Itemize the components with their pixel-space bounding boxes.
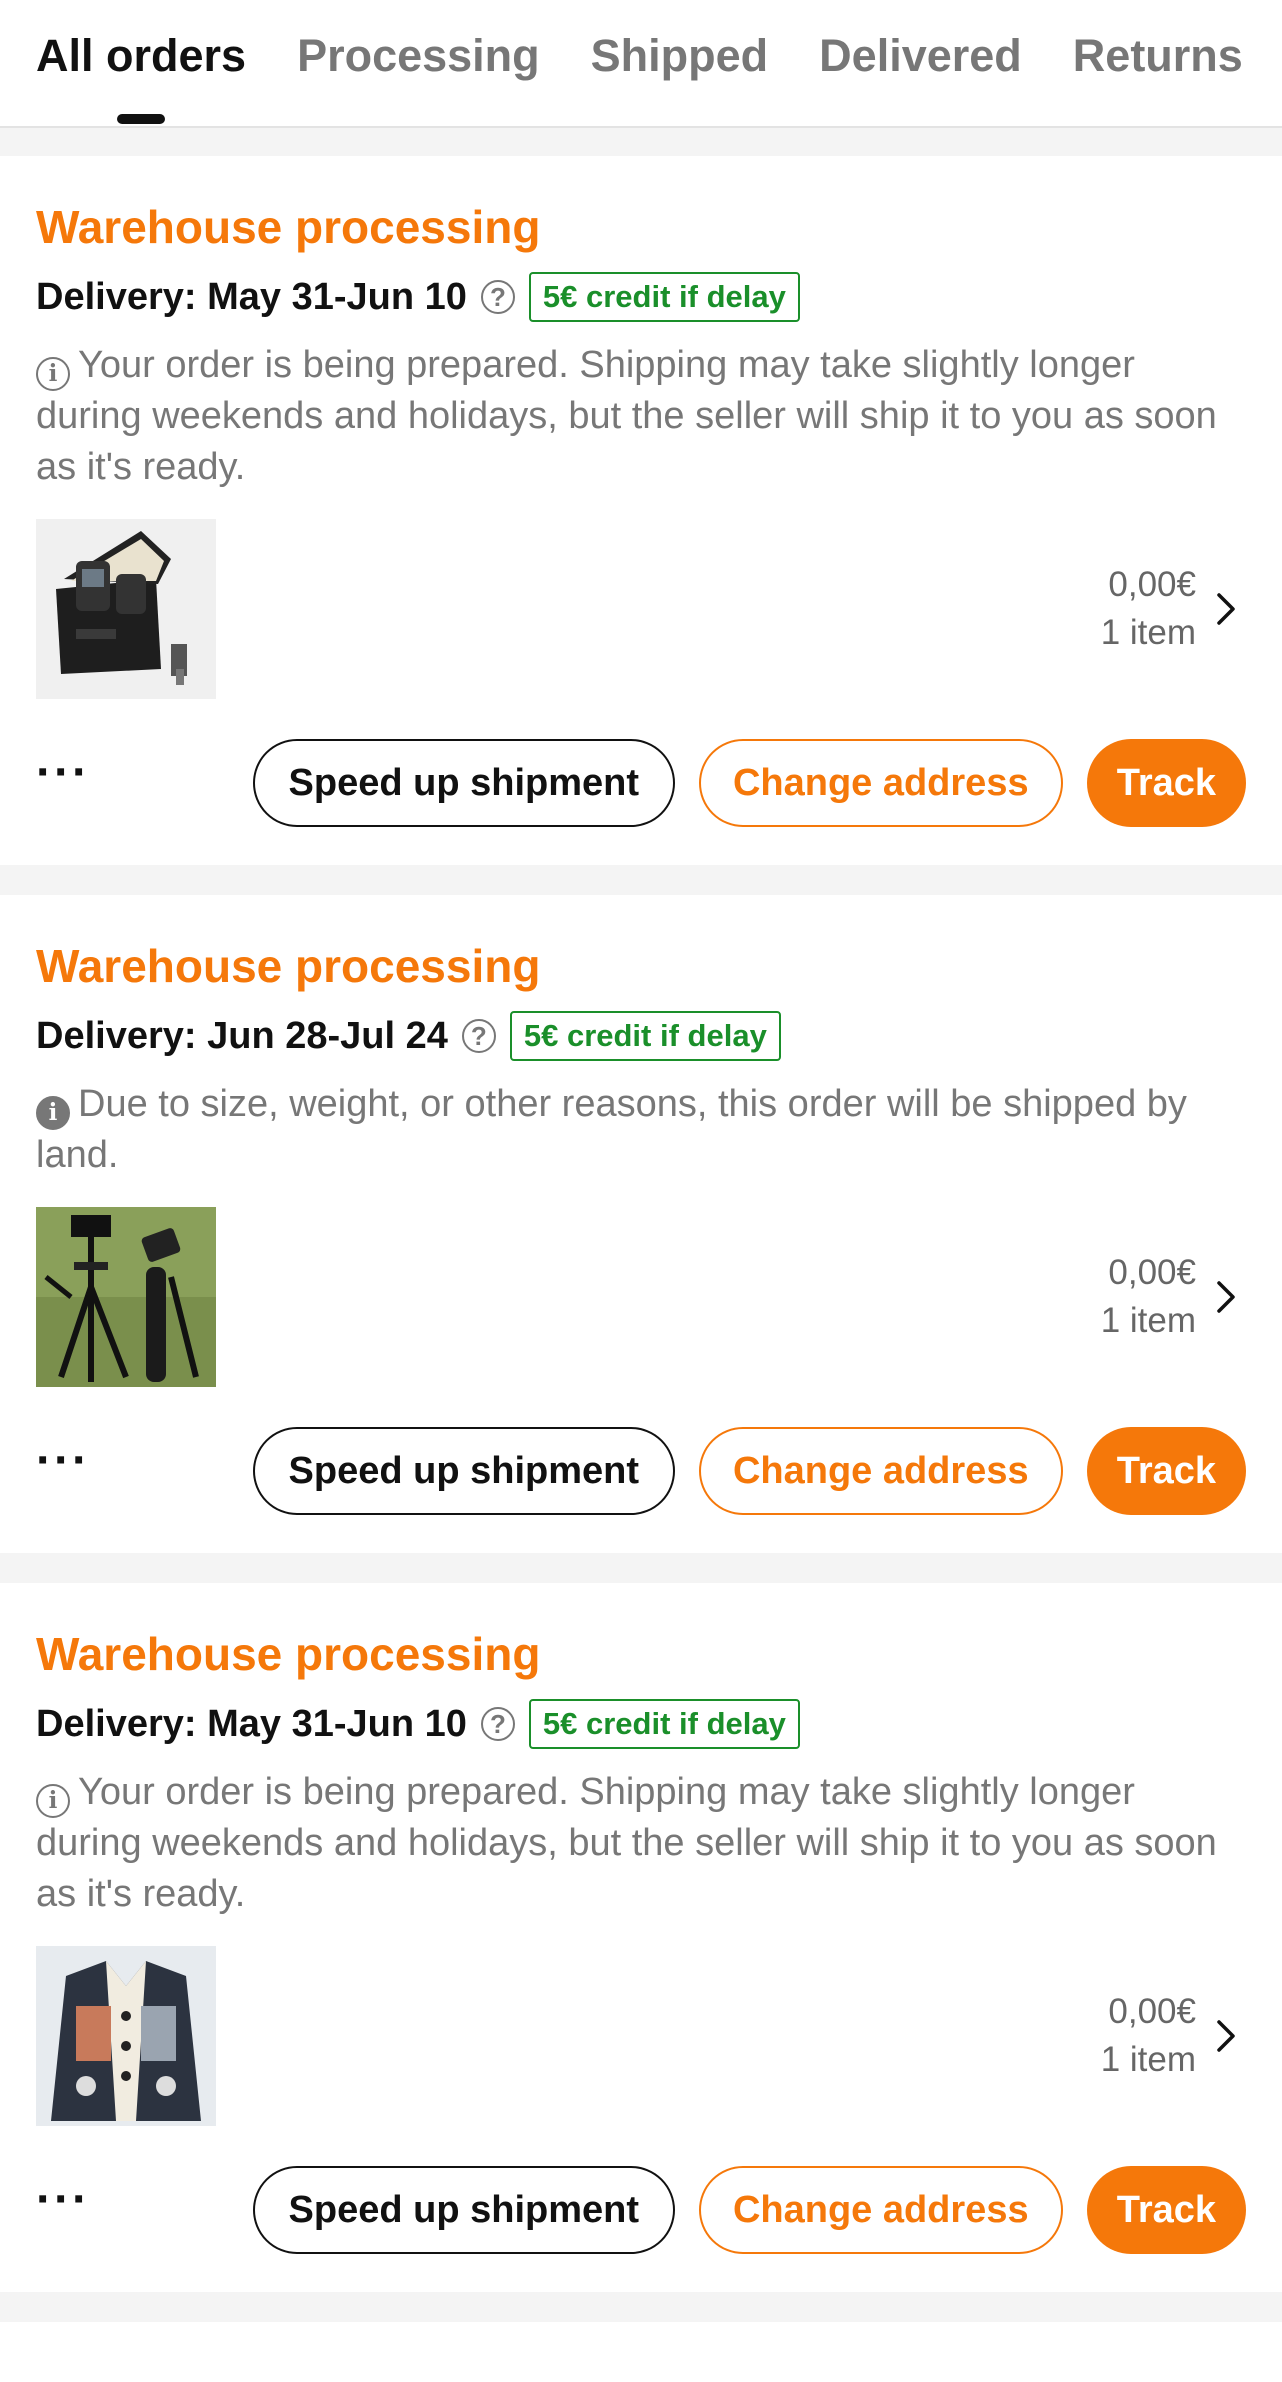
order-summary[interactable]: 0,00€ 1 item: [1101, 561, 1246, 657]
product-image-camera-tripod[interactable]: [36, 1207, 216, 1387]
order-card[interactable]: Warehouse processing Delivery: Jun 28-Ju…: [0, 895, 1282, 1553]
chevron-right-icon: [1217, 2020, 1235, 2052]
change-address-button[interactable]: Change address: [698, 2166, 1063, 2254]
product-row[interactable]: 0,00€ 1 item: [36, 1207, 1246, 1387]
help-icon[interactable]: ?: [461, 1019, 496, 1053]
order-note: i Your order is being prepared. Shipping …: [36, 1767, 1246, 1920]
tab-delivered[interactable]: Delivered: [819, 30, 1022, 82]
help-icon[interactable]: ?: [480, 1707, 515, 1741]
track-button[interactable]: Track: [1086, 1427, 1246, 1515]
order-price: 0,00€: [1108, 1992, 1196, 2031]
product-image-wireless-microphone-case[interactable]: [36, 519, 216, 699]
order-note-text: Your order is being prepared. Shipping m…: [36, 1771, 1217, 1915]
order-price: 0,00€: [1108, 1253, 1196, 1292]
order-note-text: Due to size, weight, or other reasons, t…: [36, 1083, 1187, 1176]
speed-up-shipment-button[interactable]: Speed up shipment: [252, 2166, 675, 2254]
info-filled-icon: i: [36, 1095, 70, 1130]
more-options-icon[interactable]: ···: [36, 749, 253, 803]
product-image-svg: [36, 1946, 216, 2126]
delivery-window: Delivery: May 31-Jun 10: [36, 275, 467, 318]
tab-shipped[interactable]: Shipped: [591, 30, 769, 82]
product-image-svg: [36, 1207, 216, 1387]
tab-processing[interactable]: Processing: [297, 30, 540, 82]
order-card[interactable]: Warehouse processing Delivery: May 31-Ju…: [0, 1583, 1282, 2292]
product-row[interactable]: 0,00€ 1 item: [36, 519, 1246, 699]
delivery-row: Delivery: May 31-Jun 10 ? 5€ credit if d…: [36, 1699, 1246, 1749]
order-note-text: Your order is being prepared. Shipping m…: [36, 344, 1217, 488]
order-card[interactable]: Warehouse processing Delivery: May 31-Ju…: [0, 156, 1282, 865]
delay-credit-badge: 5€ credit if delay: [528, 272, 800, 322]
delay-credit-badge: 5€ credit if delay: [528, 1699, 800, 1749]
order-price: 0,00€: [1108, 565, 1196, 604]
order-status: Warehouse processing: [36, 1628, 541, 1680]
order-summary[interactable]: 0,00€ 1 item: [1101, 1249, 1246, 1345]
order-note: i Your order is being prepared. Shipping …: [36, 340, 1246, 493]
delivery-row: Delivery: May 31-Jun 10 ? 5€ credit if d…: [36, 272, 1246, 322]
tab-returns[interactable]: Returns: [1073, 30, 1243, 82]
order-actions: ··· Speed up shipment Change address Tra…: [36, 2164, 1246, 2256]
help-icon[interactable]: ?: [480, 280, 515, 314]
product-image-patterned-knit-cardigan[interactable]: [36, 1946, 216, 2126]
order-item-count: 1 item: [1100, 1301, 1196, 1340]
chevron-right-icon: [1217, 593, 1235, 625]
tab-all-orders[interactable]: All orders: [36, 30, 246, 82]
delivery-window: Delivery: May 31-Jun 10: [36, 1702, 467, 1745]
order-status: Warehouse processing: [36, 940, 541, 992]
delivery-window: Delivery: Jun 28-Jul 24: [36, 1014, 448, 1057]
order-note: i Due to size, weight, or other reasons, …: [36, 1079, 1246, 1181]
product-image-svg: [36, 519, 216, 699]
change-address-button[interactable]: Change address: [698, 1427, 1063, 1515]
order-tabs: All orders Processing Shipped Delivered …: [0, 0, 1282, 128]
order-actions: ··· Speed up shipment Change address Tra…: [36, 1425, 1246, 1517]
order-item-count: 1 item: [1100, 613, 1196, 652]
chevron-right-icon: [1217, 1281, 1235, 1313]
order-status: Warehouse processing: [36, 201, 541, 253]
track-button[interactable]: Track: [1086, 739, 1246, 827]
speed-up-shipment-button[interactable]: Speed up shipment: [252, 1427, 675, 1515]
order-summary[interactable]: 0,00€ 1 item: [1101, 1988, 1246, 2084]
speed-up-shipment-button[interactable]: Speed up shipment: [252, 739, 675, 827]
order-actions: ··· Speed up shipment Change address Tra…: [36, 737, 1246, 829]
more-options-icon[interactable]: ···: [36, 2176, 253, 2230]
order-item-count: 1 item: [1100, 2040, 1196, 2079]
info-outline-icon: i: [36, 1783, 70, 1818]
next-card-edge: [0, 2322, 1282, 2382]
more-options-icon[interactable]: ···: [36, 1437, 253, 1491]
track-button[interactable]: Track: [1086, 2166, 1246, 2254]
delivery-row: Delivery: Jun 28-Jul 24 ? 5€ credit if d…: [36, 1011, 1246, 1061]
change-address-button[interactable]: Change address: [698, 739, 1063, 827]
product-row[interactable]: 0,00€ 1 item: [36, 1946, 1246, 2126]
delay-credit-badge: 5€ credit if delay: [509, 1011, 781, 1061]
info-outline-icon: i: [36, 356, 70, 391]
